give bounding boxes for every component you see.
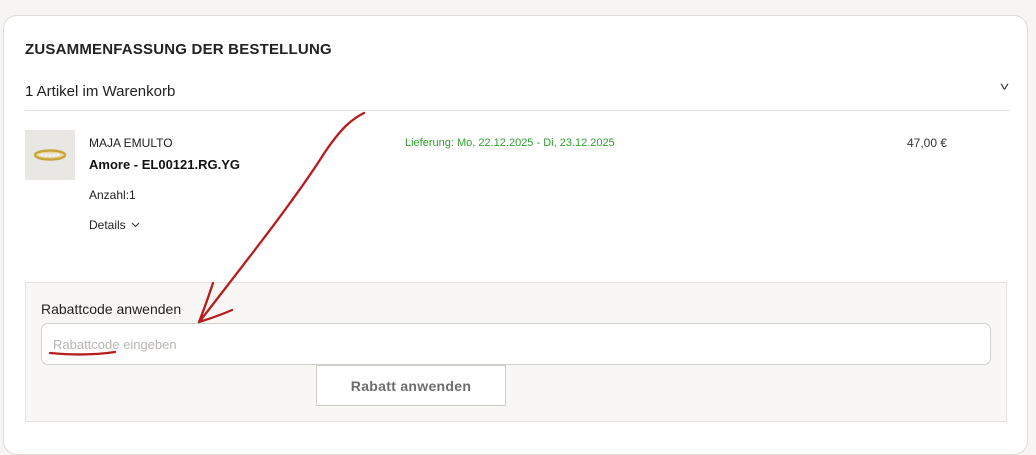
discount-panel: Rabattcode anwenden Rabatt anwenden bbox=[25, 282, 1007, 422]
product-image[interactable] bbox=[25, 130, 75, 180]
product-name: Amore - EL00121.RG.YG bbox=[89, 157, 240, 172]
discount-code-input[interactable] bbox=[41, 323, 991, 365]
ring-icon bbox=[33, 149, 67, 161]
summary-title: ZUSAMMENFASSUNG DER BESTELLUNG bbox=[25, 41, 332, 58]
details-label: Details bbox=[89, 218, 126, 232]
product-quantity: Anzahl:1 bbox=[89, 188, 136, 202]
product-brand: MAJA EMULTO bbox=[89, 136, 173, 150]
chevron-down-icon bbox=[131, 222, 140, 228]
details-toggle[interactable]: Details bbox=[89, 218, 140, 232]
order-summary-card: ZUSAMMENFASSUNG DER BESTELLUNG 1 Artikel… bbox=[3, 15, 1028, 455]
delivery-estimate: Lieferung: Mo, 22.12.2025 - Di, 23.12.20… bbox=[405, 137, 615, 149]
cart-toggle[interactable]: 1 Artikel im Warenkorb ˅ bbox=[25, 76, 1010, 111]
apply-discount-button[interactable]: Rabatt anwenden bbox=[316, 365, 506, 406]
product-price: 47,00 € bbox=[907, 136, 948, 150]
cart-item-count: 1 Artikel im Warenkorb bbox=[25, 83, 176, 100]
chevron-down-icon: ˅ bbox=[999, 80, 1010, 94]
discount-label: Rabattcode anwenden bbox=[41, 301, 182, 317]
